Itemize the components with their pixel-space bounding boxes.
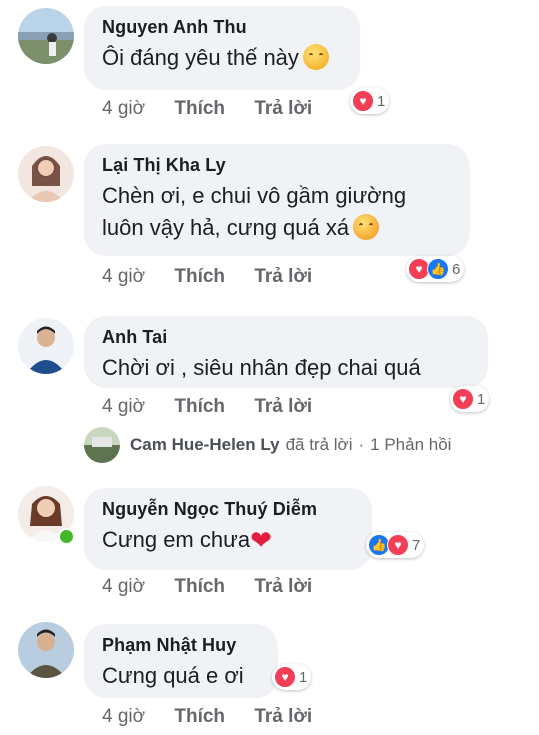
comment-text-line2: luôn vậy hả, cưng quá xá [102, 215, 350, 240]
reply-author[interactable]: Cam Hue-Helen Ly [130, 435, 280, 455]
avatar [84, 427, 120, 463]
comment-author[interactable]: Nguyen Anh Thu [102, 16, 342, 38]
comment-time[interactable]: 4 giờ [102, 396, 145, 417]
avatar[interactable] [18, 8, 74, 64]
hugging-emoji-icon [302, 44, 329, 70]
separator-dot: · [358, 435, 365, 454]
avatar[interactable] [18, 146, 74, 202]
like-link[interactable]: Thích [174, 706, 225, 727]
reaction-count: 6 [452, 260, 461, 278]
comment-text: Ôi đáng yêu thế này [102, 45, 299, 70]
like-link[interactable]: Thích [174, 266, 225, 287]
comment-time[interactable]: 4 giờ [102, 576, 145, 597]
reaction-summary[interactable]: ♥ 1 [272, 664, 312, 690]
comment-actions: 4 giờ Thích Trả lời [102, 266, 336, 288]
comment-author[interactable]: Nguyễn Ngọc Thuý Diễm [102, 498, 354, 520]
like-link[interactable]: Thích [174, 98, 225, 119]
reply-thread-link[interactable]: Cam Hue-Helen Ly đã trả lời · 1 Phản hồi [84, 427, 451, 463]
reaction-summary[interactable]: ♥ 1 [350, 88, 390, 114]
comment-bubble: Lại Thị Kha Ly Chèn ơi, e chui vô gầm gi… [84, 144, 470, 256]
reaction-count: 1 [477, 390, 486, 408]
comment-time[interactable]: 4 giờ [102, 266, 145, 287]
avatar-photo-icon [18, 146, 74, 202]
online-status-icon [58, 528, 75, 545]
comment-author[interactable]: Phạm Nhật Huy [102, 634, 260, 656]
comment-author[interactable]: Lại Thị Kha Ly [102, 154, 452, 176]
reaction-count: 1 [377, 92, 386, 110]
heart-icon: ♥ [452, 388, 474, 410]
comment-bubble: Nguyễn Ngọc Thuý Diễm Cưng em chưa❤ [84, 488, 372, 570]
comment-text: Chời ơi , siêu nhân đẹp chai quá [102, 355, 421, 380]
heart-icon: ♥ [274, 666, 296, 688]
comment-text-line1: Chèn ơi, e chui vô gầm giường [102, 183, 407, 208]
comment-bubble: Anh Tai Chời ơi , siêu nhân đẹp chai quá [84, 316, 488, 388]
reply-link[interactable]: Trả lời [254, 396, 312, 417]
reaction-summary[interactable]: ♥ 1 [450, 386, 490, 412]
avatar[interactable] [18, 622, 74, 678]
reaction-summary[interactable]: ♥ 👍 6 [406, 256, 465, 282]
like-link[interactable]: Thích [174, 576, 225, 597]
comment-time[interactable]: 4 giờ [102, 98, 145, 119]
reaction-count: 7 [412, 536, 421, 554]
comment-actions: 4 giờ Thích Trả lời [102, 98, 336, 120]
comment-bubble: Nguyen Anh Thu Ôi đáng yêu thế này [84, 6, 360, 90]
comment-text: Cưng em chưa [102, 527, 251, 552]
smiling-face-with-hearts-icon [353, 214, 380, 240]
reply-link[interactable]: Trả lời [254, 576, 312, 597]
avatar[interactable] [18, 318, 74, 374]
comment-actions: 4 giờ Thích Trả lời [102, 396, 336, 418]
comment-time[interactable]: 4 giờ [102, 706, 145, 727]
avatar-photo-icon [84, 427, 120, 463]
reply-count[interactable]: 1 Phản hồi [370, 435, 451, 455]
avatar-photo-icon [18, 622, 74, 678]
reaction-summary[interactable]: 👍 ♥ 7 [366, 532, 425, 558]
reaction-count: 1 [299, 668, 308, 686]
reply-link[interactable]: Trả lời [254, 98, 312, 119]
reply-link[interactable]: Trả lời [254, 706, 312, 727]
comment-bubble: Phạm Nhật Huy Cưng quá e ơi [84, 624, 278, 698]
heart-icon: ♥ [352, 90, 374, 112]
comment-actions: 4 giờ Thích Trả lời [102, 706, 336, 728]
comment-actions: 4 giờ Thích Trả lời [102, 576, 336, 598]
reply-link[interactable]: Trả lời [254, 266, 312, 287]
comment-text: Cưng quá e ơi [102, 663, 244, 688]
avatar-photo-icon [18, 8, 74, 64]
avatar-photo-icon [18, 318, 74, 374]
heart-icon: ♥ [387, 534, 409, 556]
comment-author[interactable]: Anh Tai [102, 326, 470, 348]
thumbs-up-icon: 👍 [427, 258, 449, 280]
like-link[interactable]: Thích [174, 396, 225, 417]
red-heart-icon: ❤ [250, 525, 272, 555]
reply-action: đã trả lời [285, 435, 353, 454]
